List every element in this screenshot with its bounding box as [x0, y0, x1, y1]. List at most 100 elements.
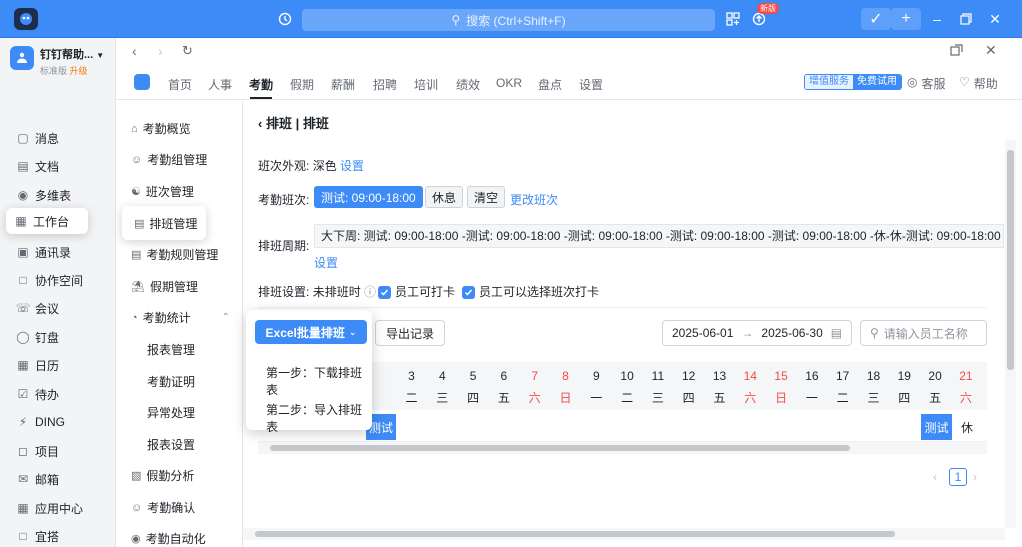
submenu-item-0[interactable]: ⌂ 考勤概览	[131, 120, 191, 137]
shift-clear-chip[interactable]: 清空	[467, 186, 506, 208]
dingtalk-logo-icon[interactable]	[14, 8, 38, 30]
option-checkin[interactable]: 员工可打卡	[378, 283, 455, 300]
forward-icon[interactable]: ›	[158, 43, 163, 59]
sidebar-item-contacts[interactable]: ▣ 通讯录	[8, 239, 108, 265]
employee-search-input[interactable]: ⚲ 请输入员工名称	[860, 320, 987, 346]
shift-selected-chip[interactable]: 测试: 09:00-18:00	[314, 186, 423, 208]
ding-icon: ⚡	[18, 415, 28, 429]
sidebar-item-apps[interactable]: ▦ 应用中心	[8, 495, 108, 521]
submenu-item-1[interactable]: ☺ 考勤组管理	[131, 151, 207, 168]
refresh-icon[interactable]: ↻	[182, 43, 193, 59]
restore-icon[interactable]	[957, 10, 975, 28]
help-label: 帮助	[973, 77, 998, 91]
change-shift-link[interactable]: 更改班次	[510, 191, 558, 208]
submenu-item-5[interactable]: ⛱ 假期管理	[131, 278, 198, 295]
sidebar-item-drive[interactable]: ◯ 钉盘	[8, 324, 108, 350]
org-switcher[interactable]: 钉钉帮助... ▼ 标准版 升级	[10, 46, 104, 77]
submenu-item-10[interactable]: 报表设置	[147, 436, 195, 453]
download-template-item[interactable]: 第一步：下载排班表	[266, 364, 372, 398]
bottom-horizontal-scrollbar[interactable]	[243, 528, 1005, 540]
scroll-thumb[interactable]	[1007, 150, 1014, 370]
calendar-weekday: 四	[682, 391, 695, 405]
submenu-item-8[interactable]: 考勤证明	[147, 373, 195, 390]
sidebar-item-meeting[interactable]: ☏ 会议	[8, 295, 108, 321]
tab-1[interactable]: 人事	[208, 76, 232, 93]
submenu-item-11[interactable]: ▧ 假勤分析	[131, 467, 194, 484]
sidebar-item-project[interactable]: ◻ 项目	[8, 438, 108, 464]
tab-7[interactable]: 绩效	[456, 76, 480, 93]
table-horizontal-scrollbar[interactable]	[258, 442, 987, 454]
tab-4[interactable]: 薪酬	[331, 76, 355, 93]
tab-2[interactable]: 考勤	[249, 76, 273, 93]
sidebar-item-space[interactable]: □ 协作空间	[8, 267, 108, 293]
info-icon[interactable]: ⓘ	[364, 285, 376, 299]
global-search-input[interactable]: ⚲ 搜索 (Ctrl+Shift+F)	[302, 9, 715, 31]
value-added-service[interactable]: 增值服务 免费试用	[804, 74, 902, 90]
submenu-item-label: 班次管理	[145, 185, 194, 199]
tab-9[interactable]: 盘点	[538, 76, 562, 93]
sidebar-item-calendar[interactable]: ▦ 日历	[8, 352, 108, 378]
add-icon[interactable]: +	[891, 8, 921, 30]
upgrade-link[interactable]: 升级	[70, 66, 88, 76]
tab-5[interactable]: 招聘	[373, 76, 397, 93]
export-records-button[interactable]: 导出记录	[375, 320, 445, 346]
scroll-thumb[interactable]	[270, 445, 850, 451]
submenu-item-13[interactable]: ◉ 考勤自动化	[131, 530, 206, 547]
sidebar-item-ding[interactable]: ⚡ DING	[8, 409, 108, 435]
apps-grid-icon[interactable]	[724, 10, 742, 28]
submenu-item-3[interactable]: ▤ 排班管理	[134, 215, 197, 232]
checkbox-checked-icon[interactable]	[462, 286, 475, 300]
sidebar-item-label: 工作台	[33, 214, 70, 229]
service-button[interactable]: ◎ 客服	[907, 75, 946, 92]
drive-icon: ◯	[16, 330, 30, 344]
page-number[interactable]: 1	[949, 468, 967, 486]
close-page-icon[interactable]: ✕	[985, 42, 997, 59]
submenu-item-12[interactable]: ☺ 考勤确认	[131, 499, 195, 516]
excel-batch-label: Excel批量排班	[265, 325, 345, 340]
sidebar-item-message[interactable]: ▢ 消息	[8, 125, 108, 151]
option-choose-shift[interactable]: 员工可以选择班次打卡	[462, 283, 599, 300]
scroll-thumb[interactable]	[255, 531, 895, 537]
appearance-setting-link[interactable]: 设置	[340, 159, 364, 173]
excel-batch-button[interactable]: Excel批量排班 ⌄	[255, 320, 367, 344]
sidebar-item-mail[interactable]: ✉ 邮箱	[8, 466, 108, 492]
history-icon[interactable]	[276, 10, 294, 28]
sidebar-item-doc[interactable]: ▤ 文档	[8, 153, 108, 179]
vertical-scrollbar[interactable]	[1005, 140, 1016, 528]
quick-action-icon[interactable]: ✓	[861, 8, 891, 30]
shift-rest-chip[interactable]: 休息	[425, 186, 464, 208]
back-icon[interactable]: ‹	[132, 43, 137, 59]
calendar-day: 8	[562, 369, 569, 383]
tab-8[interactable]: OKR	[496, 76, 522, 90]
sidebar-item-label: 宜搭	[35, 529, 60, 544]
submenu-item-9[interactable]: 异常处理	[147, 404, 195, 421]
open-window-icon[interactable]	[950, 44, 963, 62]
schedule-cell[interactable]: 测试	[921, 414, 952, 440]
submenu-item-label: 考勤确认	[147, 501, 196, 515]
sidebar-item-todo[interactable]: ☑ 待办	[8, 381, 108, 407]
submenu-item-4[interactable]: ▤ 考勤规则管理	[131, 246, 218, 263]
submenu-item-6[interactable]: ◔ 考勤统计 ⌃	[131, 309, 230, 326]
date-range-picker[interactable]: 2025-06-01 → 2025-06-30 ▤	[662, 320, 852, 346]
tab-0[interactable]: 首页	[168, 76, 192, 93]
schedule-cell[interactable]: 休	[954, 414, 980, 440]
back-arrow-icon[interactable]: ‹	[258, 116, 262, 131]
service-label: 客服	[921, 77, 946, 91]
submenu-item-7[interactable]: 报表管理	[147, 341, 195, 358]
checkbox-checked-icon[interactable]	[378, 286, 391, 300]
cycle-setting-link[interactable]: 设置	[314, 254, 338, 271]
calendar-weekday: 一	[590, 391, 603, 405]
minimize-icon[interactable]: –	[928, 10, 946, 28]
import-template-item[interactable]: 第二步：导入排班表	[266, 401, 372, 435]
sidebar-item-workbench[interactable]: ▦ 工作台	[6, 208, 88, 234]
tab-6[interactable]: 培训	[414, 76, 438, 93]
submenu-item-2[interactable]: ☯ 班次管理	[131, 183, 194, 200]
help-button[interactable]: ♡ 帮助	[959, 75, 998, 92]
tab-3[interactable]: 假期	[290, 76, 314, 93]
tab-10[interactable]: 设置	[579, 76, 603, 93]
close-icon[interactable]: ✕	[986, 10, 1004, 28]
prev-page-icon[interactable]: ‹	[933, 470, 937, 484]
confirm-icon: ☺	[131, 501, 143, 514]
next-page-icon[interactable]: ›	[973, 470, 977, 484]
sidebar-item-table[interactable]: ◉ 多维表	[8, 182, 108, 208]
